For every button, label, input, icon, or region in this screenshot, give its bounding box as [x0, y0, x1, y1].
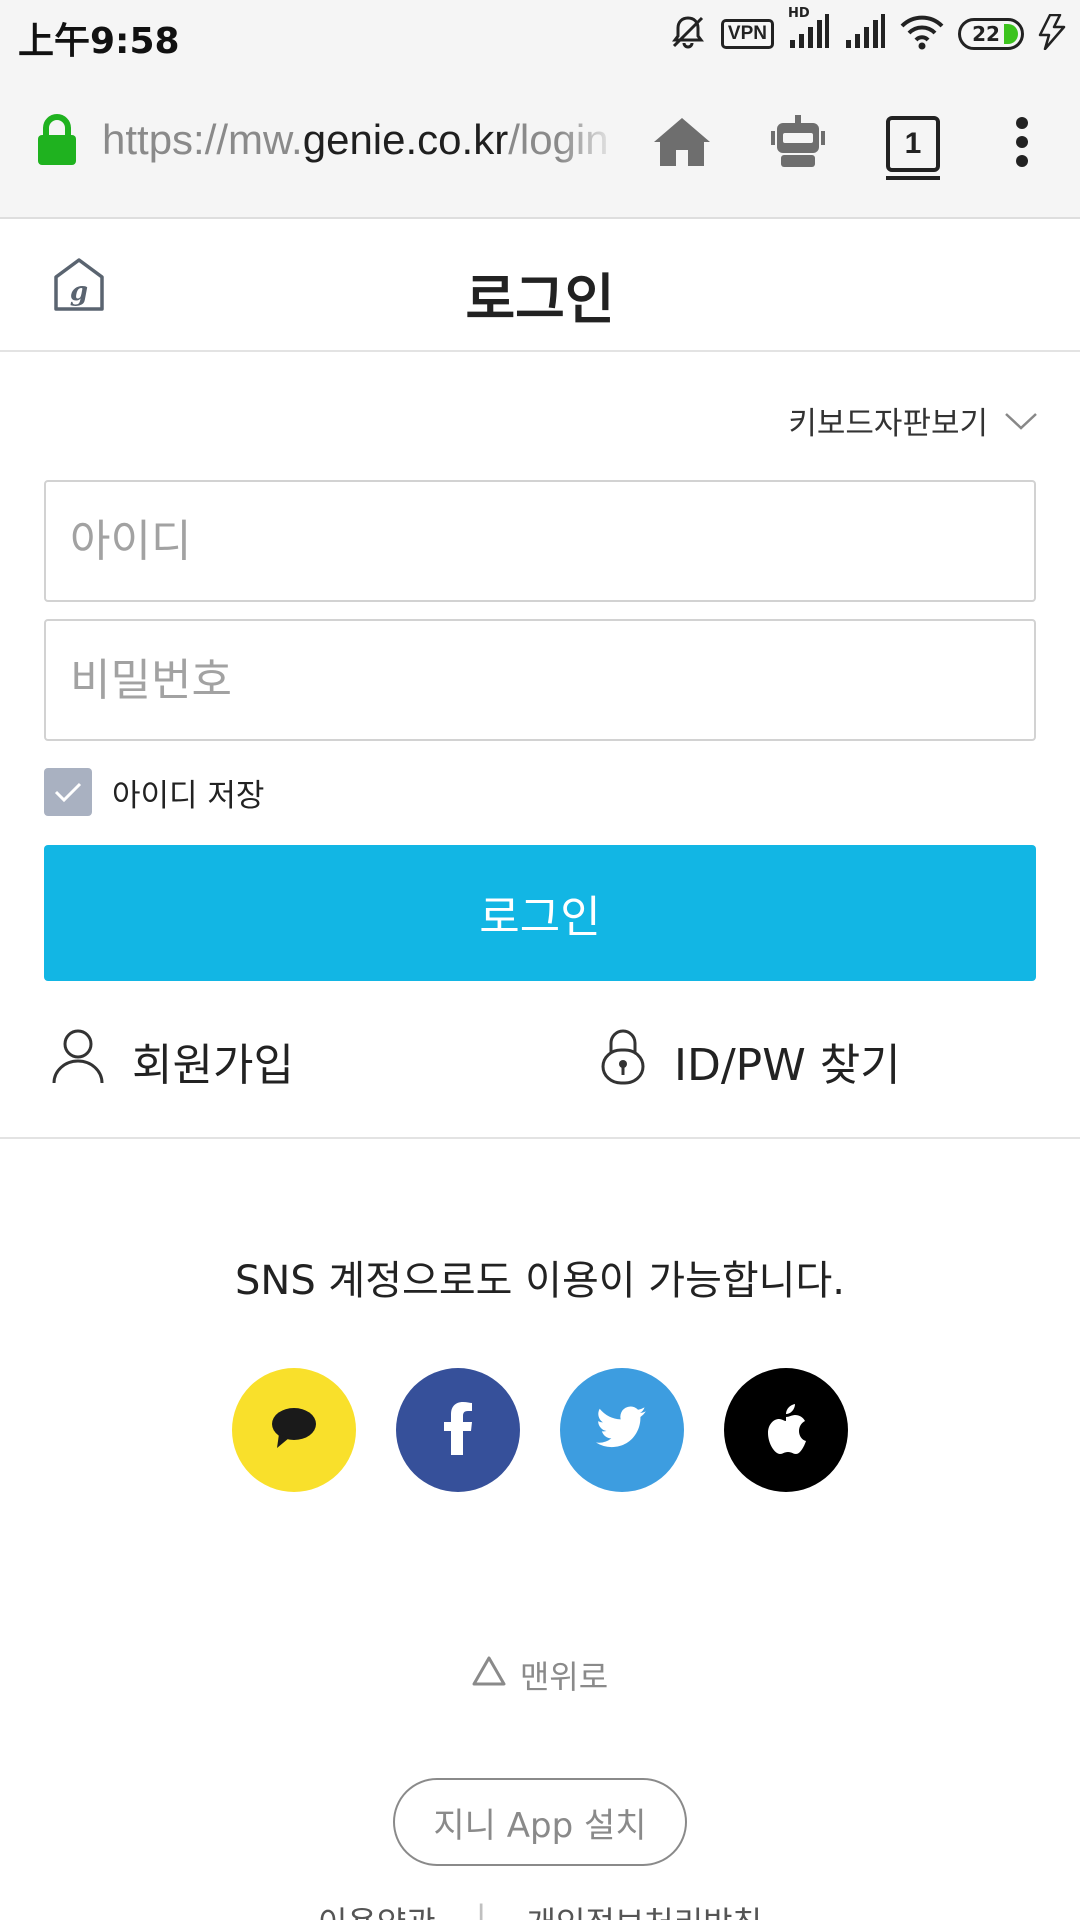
robot-button[interactable]: [760, 106, 836, 182]
status-icons: VPN HD 22: [669, 6, 1066, 55]
id-input[interactable]: [44, 480, 1036, 602]
url-fade: [560, 110, 620, 174]
save-id-checkbox[interactable]: [44, 768, 92, 816]
signal-icon: [844, 14, 886, 54]
robot-icon: [771, 115, 825, 173]
charging-icon: [1038, 13, 1066, 54]
twitter-login-button[interactable]: [560, 1368, 684, 1492]
url-host: genie.co.kr: [302, 116, 509, 163]
vpn-icon: VPN: [720, 19, 774, 49]
more-menu-button[interactable]: [984, 106, 1060, 182]
save-id-option[interactable]: 아이디 저장: [44, 768, 264, 816]
user-icon: [50, 1027, 106, 1096]
kakao-talk-icon: [267, 1404, 321, 1456]
address-field[interactable]: https://mw.genie.co.kr/login: [102, 116, 616, 172]
wifi-icon: [900, 14, 944, 54]
back-to-top-label: 맨위로: [519, 1658, 609, 1696]
url-scheme: https://mw.: [102, 116, 303, 163]
lock-icon: [36, 114, 78, 170]
facebook-icon: [443, 1401, 473, 1459]
mute-icon: [669, 13, 707, 55]
padlock-icon: [598, 1026, 648, 1097]
status-time: 上午9:58: [18, 21, 180, 62]
app-install-button[interactable]: 지니 App 설치: [393, 1778, 687, 1866]
keyboard-toggle-label: 키보드자판보기: [788, 406, 988, 442]
facebook-login-button[interactable]: [396, 1368, 520, 1492]
keyboard-toggle[interactable]: 키보드자판보기: [788, 398, 1038, 443]
footer-separator: |: [475, 1898, 487, 1920]
back-to-top-link[interactable]: 맨위로: [0, 1652, 1080, 1698]
page-title: 로그인: [465, 268, 615, 331]
save-id-label: 아이디 저장: [112, 777, 265, 814]
more-vert-icon: [1015, 116, 1029, 172]
tab-count: 1: [904, 127, 922, 160]
battery-icon: 22: [958, 18, 1024, 50]
check-icon: [54, 782, 82, 803]
battery-level: 22: [972, 22, 1000, 46]
signup-label: 회원가입: [132, 1040, 294, 1091]
password-input[interactable]: [44, 619, 1036, 741]
login-button[interactable]: 로그인: [44, 845, 1036, 981]
triangle-up-icon: [472, 1656, 506, 1694]
signal-hd-icon: HD: [788, 6, 830, 54]
apple-icon: [764, 1402, 808, 1458]
browser-url-bar: https://mw.genie.co.kr/login 1: [0, 66, 1080, 219]
find-idpw-link[interactable]: ID/PW 찾기: [598, 1026, 901, 1096]
network-label: HD: [788, 6, 810, 21]
terms-link[interactable]: 이용약관: [318, 1898, 436, 1920]
section-divider: [0, 1137, 1080, 1139]
status-bar: 上午9:58 VPN HD 22: [0, 0, 1080, 66]
sns-login-text: SNS 계정으로도 이용이 가능합니다.: [235, 1258, 845, 1304]
page-header: g 로그인: [0, 219, 1080, 352]
home-button[interactable]: [644, 106, 720, 182]
home-icon: [652, 116, 712, 172]
tab-switcher-icon: 1: [886, 116, 940, 180]
privacy-link[interactable]: 개인정보처리방침: [527, 1898, 763, 1920]
footer-links: 이용약관 | 개인정보처리방침: [0, 1898, 1080, 1920]
twitter-bird-icon: [596, 1406, 648, 1454]
find-idpw-label: ID/PW 찾기: [674, 1040, 901, 1091]
chevron-down-icon: [1004, 403, 1038, 439]
sns-buttons: [0, 1368, 1080, 1492]
apple-login-button[interactable]: [724, 1368, 848, 1492]
tab-switcher-button[interactable]: 1: [875, 106, 951, 182]
signup-link[interactable]: 회원가입: [50, 1026, 294, 1096]
kakao-login-button[interactable]: [232, 1368, 356, 1492]
